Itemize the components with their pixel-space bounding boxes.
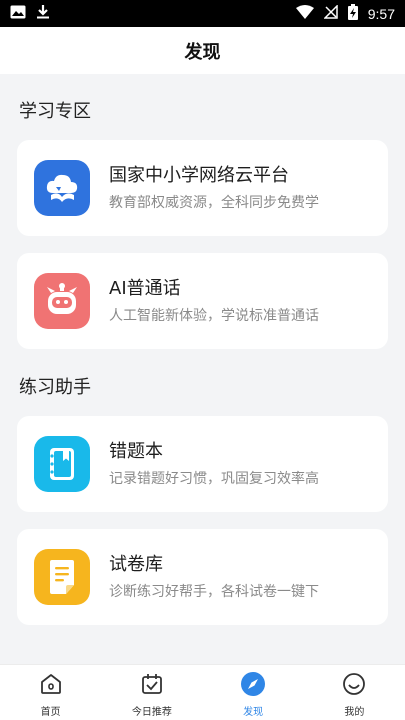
tab-home[interactable]: 首页 (0, 665, 101, 720)
card-subtitle: 人工智能新体验，学说标准普通话 (109, 307, 319, 324)
section-title-study-zone: 学习专区 (19, 101, 91, 122)
tab-label: 发现 (243, 707, 264, 718)
cloud-book-icon (34, 160, 90, 216)
wifi-icon (295, 4, 314, 23)
tab-label: 首页 (40, 707, 61, 718)
card-title: 错题本 (109, 440, 163, 462)
no-signal-icon (322, 4, 338, 23)
card-subtitle: 诊断练习好帮手，各科试卷一键下 (109, 583, 319, 600)
gallery-icon (10, 4, 26, 23)
card-exam-paper-library[interactable]: 试卷库 诊断练习好帮手，各科试卷一键下 (17, 529, 388, 625)
notebook-icon (34, 436, 90, 492)
title-bar: 发现 (0, 27, 405, 74)
paper-icon (34, 549, 90, 605)
compass-icon (240, 671, 266, 697)
status-bar: 9:57 (0, 0, 405, 27)
download-icon (36, 4, 50, 23)
smile-face-icon (341, 671, 367, 697)
page-title: 发现 (184, 41, 221, 63)
battery-charging-icon (347, 3, 358, 24)
section-title-practice-helper: 练习助手 (19, 377, 91, 398)
bottom-tab-bar: 首页 今日推荐 发现 我的 (0, 664, 405, 720)
tab-mine[interactable]: 我的 (304, 665, 405, 720)
card-mistake-notebook[interactable]: 错题本 记录错题好习惯，巩固复习效率高 (17, 416, 388, 512)
tab-label: 今日推荐 (131, 707, 172, 718)
status-time: 9:57 (367, 5, 395, 22)
card-national-cloud-platform[interactable]: 国家中小学网络云平台 教育部权威资源，全科同步免费学 (17, 140, 388, 236)
card-title: 国家中小学网络云平台 (109, 164, 289, 186)
card-subtitle: 教育部权威资源，全科同步免费学 (109, 194, 319, 211)
calendar-check-icon (139, 671, 165, 697)
tab-today-recommend[interactable]: 今日推荐 (101, 665, 202, 720)
robot-icon (34, 273, 90, 329)
card-subtitle: 记录错题好习惯，巩固复习效率高 (109, 470, 319, 487)
content: 学习专区 国家中小学网络云平台 教育部权威资源，全科同步免费学 AI普通话 人工… (0, 101, 405, 625)
card-title: 试卷库 (109, 553, 163, 575)
card-title: AI普通话 (109, 277, 181, 299)
card-ai-mandarin[interactable]: AI普通话 人工智能新体验，学说标准普通话 (17, 253, 388, 349)
home-icon (38, 671, 64, 697)
tab-label: 我的 (344, 707, 365, 718)
tab-discover[interactable]: 发现 (203, 665, 304, 720)
